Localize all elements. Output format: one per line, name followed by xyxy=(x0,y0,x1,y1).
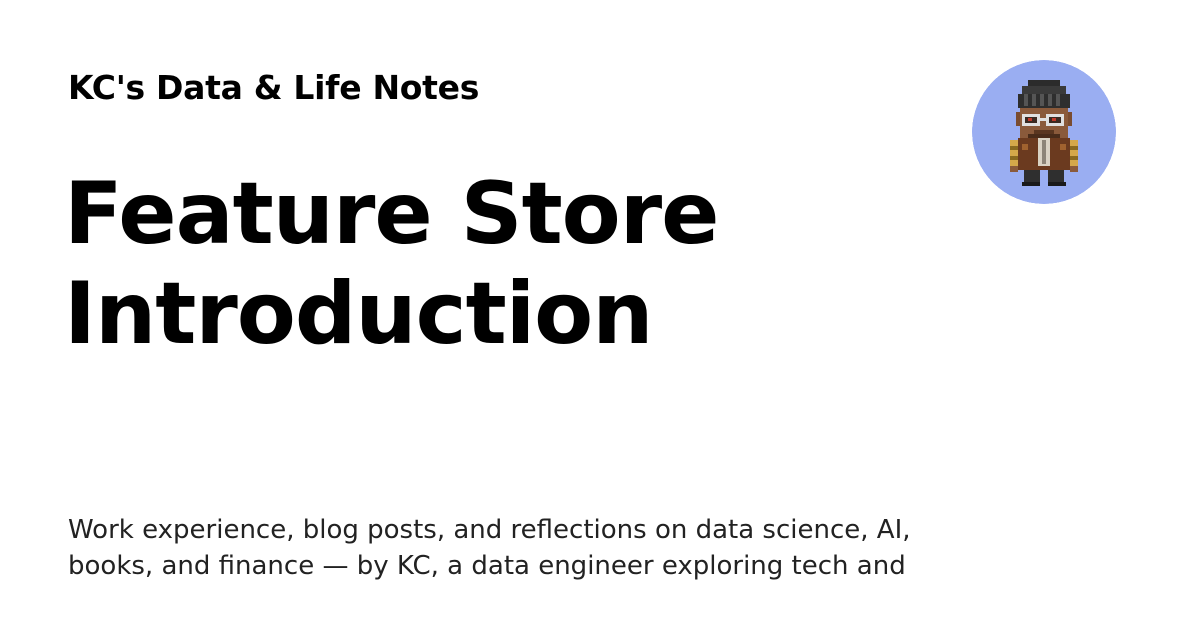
post-title-line-1: Feature Store xyxy=(64,164,720,264)
site-name: KC's Data & Life Notes xyxy=(68,68,480,107)
description-line-1: Work experience, blog posts, and reflect… xyxy=(68,515,911,545)
post-title-line-2: Introduction xyxy=(64,264,654,364)
site-description: Work experience, blog posts, and reflect… xyxy=(68,512,928,584)
og-card: KC's Data & Life Notes Feature Store Int… xyxy=(0,0,1200,630)
description-line-2: books, and finance — by KC, a data engin… xyxy=(68,551,906,581)
post-title: Feature Store Introduction xyxy=(64,164,904,364)
avatar xyxy=(972,60,1116,204)
pixel-art-person-icon xyxy=(972,60,1116,204)
